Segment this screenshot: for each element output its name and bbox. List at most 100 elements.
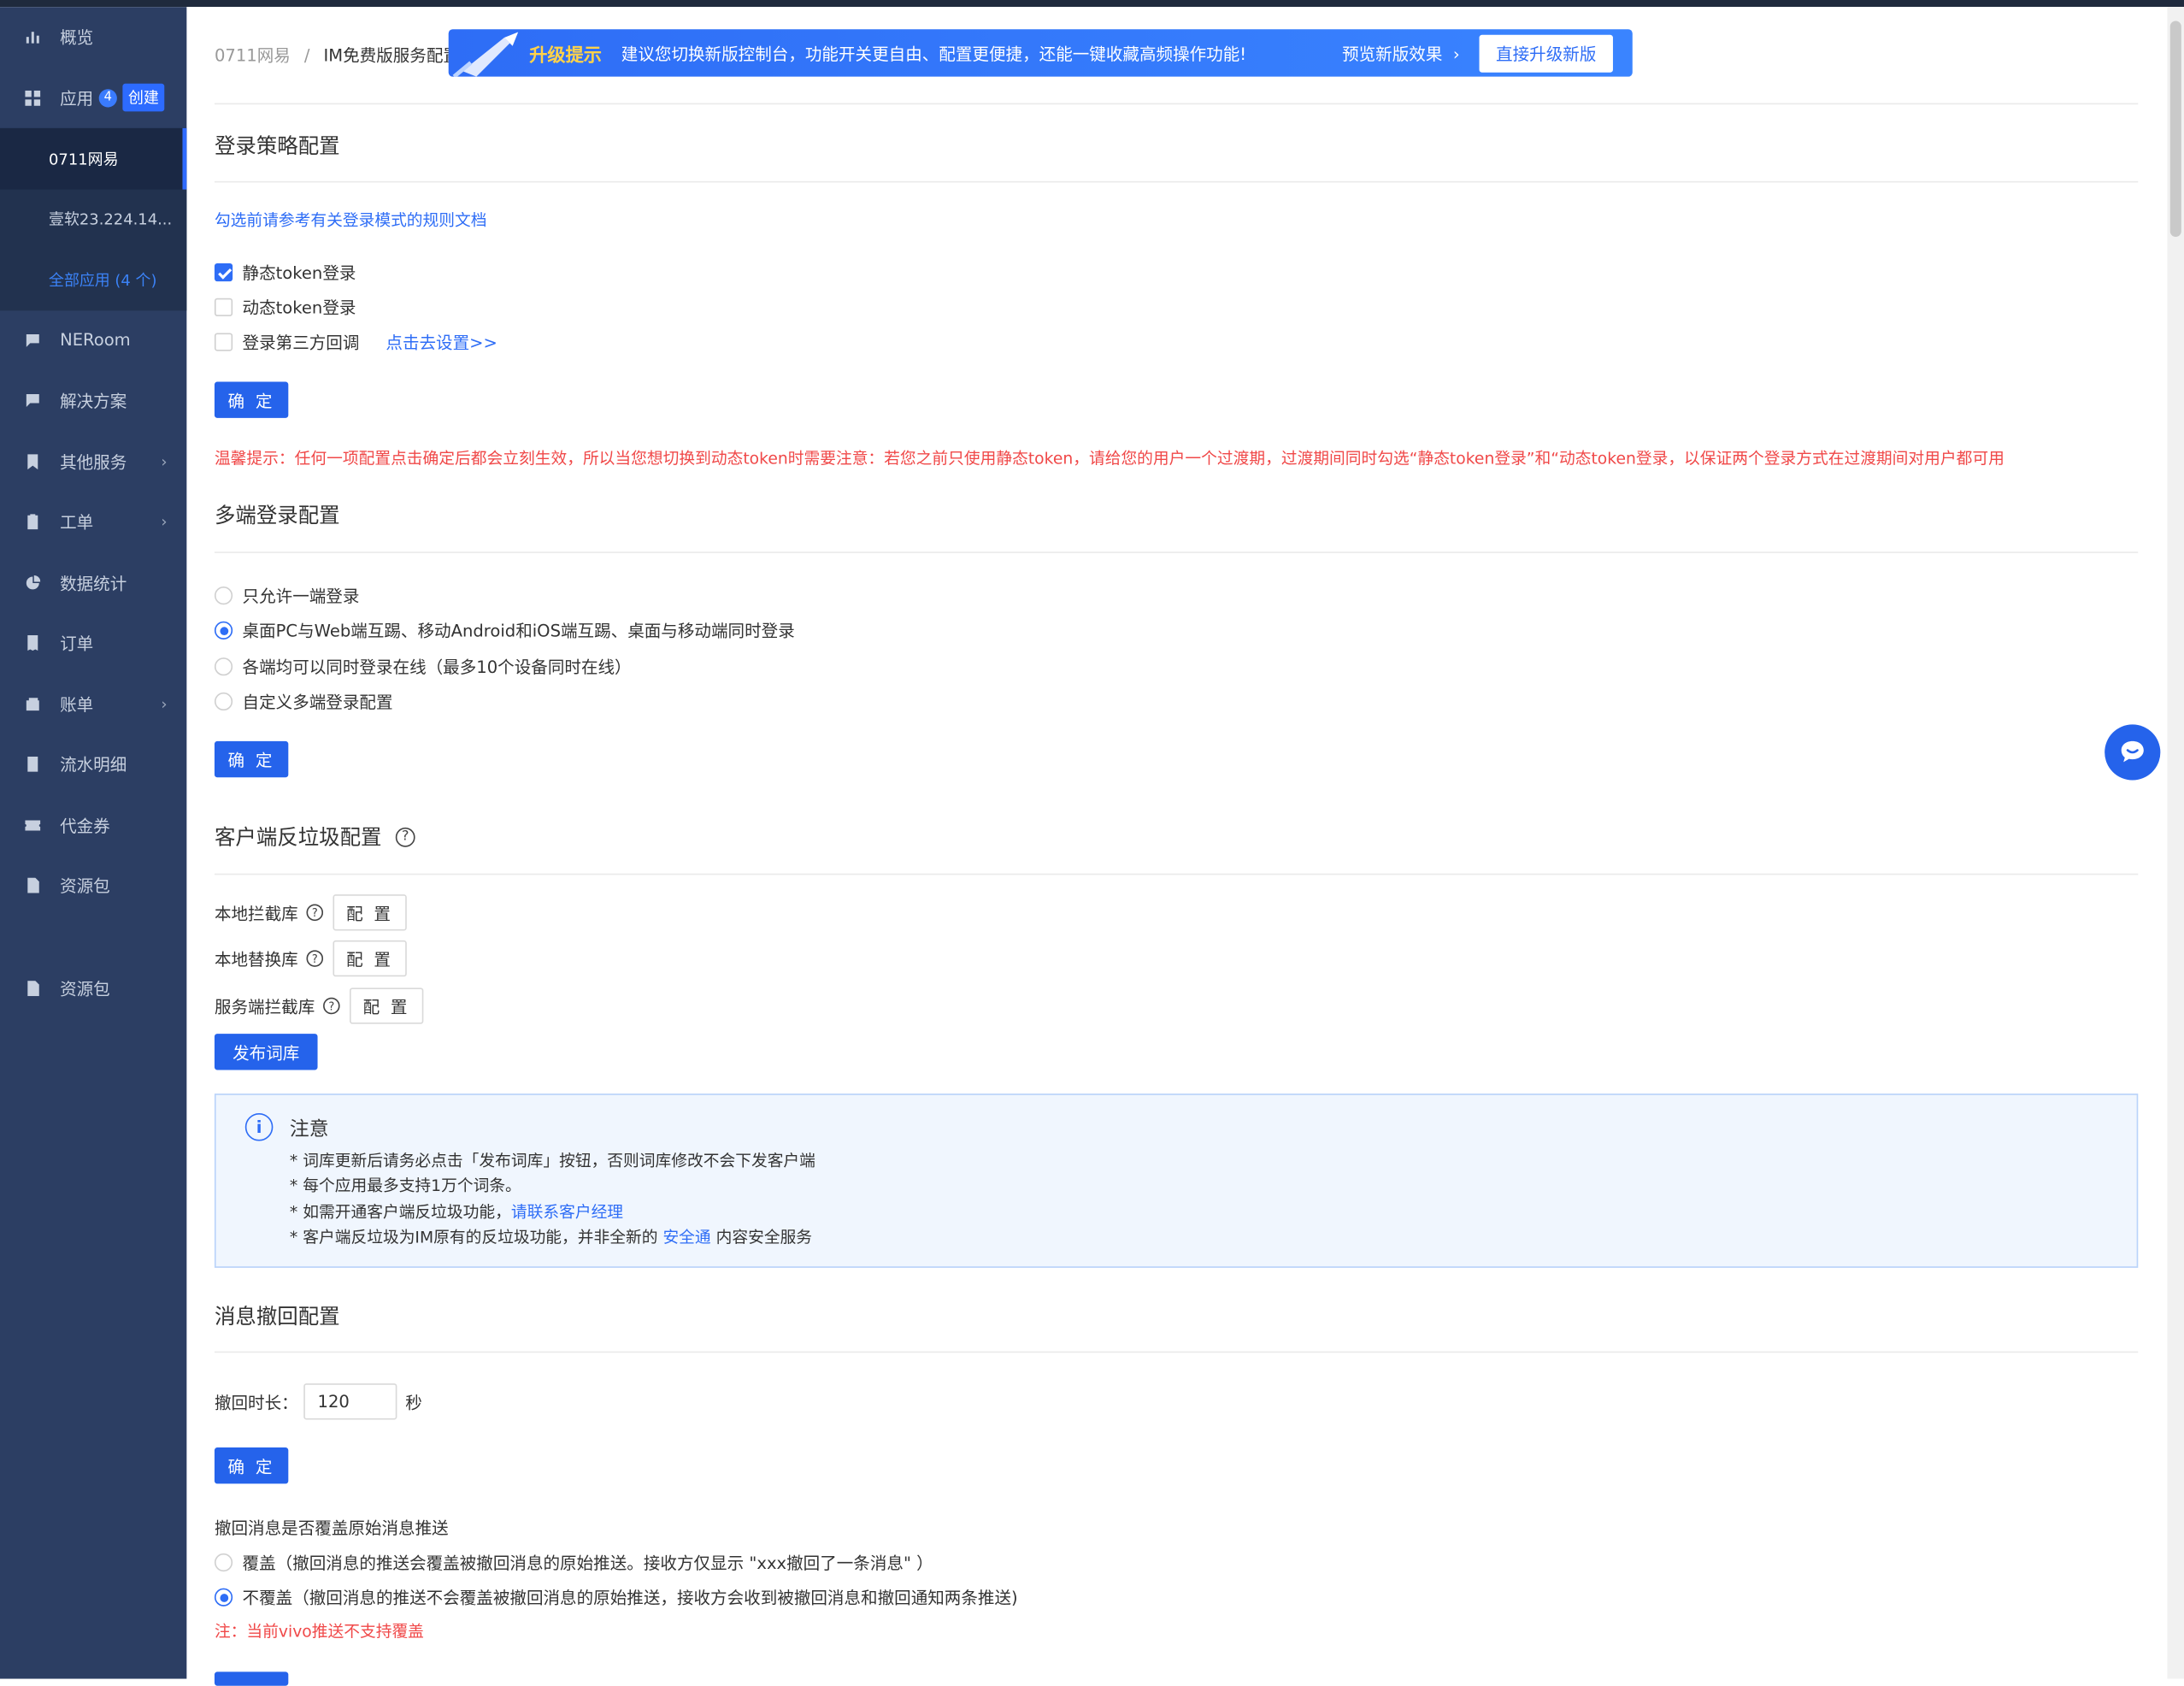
help-icon[interactable]: ? — [395, 827, 415, 846]
sidebar: 概览 应用 4 创建 0711网易 壹软23.224.14... 全部应用 (4… — [0, 7, 187, 1679]
multi-login-confirm-button[interactable]: 确 定 — [214, 740, 289, 778]
sidebar-item-apps[interactable]: 应用 4 创建 — [0, 68, 186, 128]
multi-login-option[interactable]: 各端均可以同时登录在线（最多10个设备同时在线） — [214, 655, 632, 679]
help-icon[interactable]: ? — [306, 904, 324, 922]
pie-chart-icon — [24, 575, 41, 592]
option-dynamic-token[interactable]: 动态token登录 — [214, 295, 356, 319]
notice-text: * 如需开通客户端反垃圾功能， — [289, 1202, 511, 1223]
chat-icon — [24, 332, 41, 349]
chevron-right-icon: › — [161, 513, 168, 532]
radio-pc-web-mobile-kick[interactable] — [214, 621, 233, 640]
divider — [214, 1351, 2139, 1353]
radio-custom[interactable] — [214, 692, 233, 711]
breadcrumb-separator: / — [303, 45, 310, 66]
section-title-multi-login: 多端登录配置 — [214, 503, 340, 528]
server-block-lib-config-button[interactable]: 配 置 — [350, 987, 424, 1024]
chat-bubble-icon — [2121, 740, 2144, 763]
breadcrumb: 0711网易 / IM免费版服务配置 — [215, 44, 460, 68]
notice-line: * 客户端反垃圾为IM原有的反垃圾功能，并非全新的 安全通 内容安全服务 — [290, 1226, 812, 1248]
sidebar-item-label: 资源包 — [60, 876, 110, 897]
clipboard-icon — [24, 514, 41, 531]
local-block-lib-config-button[interactable]: 配 置 — [333, 894, 407, 931]
scrollbar-thumb[interactable] — [2169, 21, 2181, 238]
recall-push-option[interactable]: 覆盖（撤回消息的推送会覆盖被撤回消息的原始推送。接收方仅显示 "xxx撤回了一条… — [214, 1551, 933, 1575]
security-service-link[interactable]: 安全通 — [662, 1228, 710, 1247]
option-static-token[interactable]: 静态token登录 — [214, 261, 356, 285]
local-replace-lib-config-button[interactable]: 配 置 — [333, 940, 407, 977]
radio-single-device[interactable] — [214, 587, 233, 605]
recall-duration-input[interactable]: 120 — [303, 1383, 397, 1420]
sidebar-item-bills[interactable]: 账单 › — [0, 674, 186, 734]
file-icon — [24, 877, 41, 894]
sidebar-subitem-app-yiruan[interactable]: 壹软23.224.14... — [0, 189, 186, 250]
banner-title: 升级提示 — [529, 44, 602, 67]
radio-override[interactable] — [214, 1553, 233, 1572]
section-title-text: 客户端反垃圾配置 — [214, 824, 382, 850]
section-title-login-strategy: 登录策略配置 — [214, 133, 340, 159]
recall-confirm-button[interactable]: 确 定 — [214, 1447, 289, 1484]
option-label: 桌面PC与Web端互踢、移动Android和iOS端互踢、桌面与移动端同时登录 — [242, 621, 795, 641]
sidebar-subitem-all-apps[interactable]: 全部应用 (4 个) — [0, 250, 186, 310]
sidebar-item-solutions[interactable]: 解决方案 — [0, 370, 186, 431]
sidebar-item-tickets[interactable]: 工单 › — [0, 492, 186, 552]
page-scrollbar[interactable] — [2167, 7, 2184, 1679]
page-stage: 概览 应用 4 创建 0711网易 壹软23.224.14... 全部应用 (4… — [0, 0, 2184, 1686]
checkbox-third-party-callback[interactable] — [214, 333, 233, 351]
radio-all-online[interactable] — [214, 657, 233, 676]
info-icon: i — [244, 1112, 274, 1141]
ticket-icon — [24, 816, 41, 834]
multi-login-option[interactable]: 只允许一端登录 — [214, 584, 359, 608]
help-icon[interactable]: ? — [306, 950, 324, 967]
contact-manager-link[interactable]: 请联系客户经理 — [511, 1202, 623, 1222]
create-app-button[interactable]: 创建 — [122, 84, 165, 112]
sidebar-item-vouchers[interactable]: 代金券 — [0, 795, 186, 856]
recall-duration-label: 撤回时长： — [214, 1392, 298, 1412]
chat-icon — [24, 392, 41, 410]
wallet-icon — [24, 696, 41, 713]
radio-no-override[interactable] — [214, 1588, 233, 1606]
notice-title: 注意 — [289, 1118, 329, 1141]
multi-login-option[interactable]: 桌面PC与Web端互踢、移动Android和iOS端互踢、桌面与移动端同时登录 — [214, 618, 795, 642]
local-replace-lib-row: 本地替换库 ? 配 置 — [215, 940, 407, 977]
login-strategy-confirm-button[interactable]: 确 定 — [214, 381, 289, 418]
sidebar-item-label: 代金券 — [60, 816, 110, 836]
upgrade-new-button[interactable]: 直接升级新版 — [1479, 33, 1613, 72]
sidebar-item-orders[interactable]: 订单 — [0, 613, 186, 674]
sidebar-item-resource-pack-2[interactable]: 资源包 — [0, 958, 186, 1018]
sidebar-subitem-app-0711[interactable]: 0711网易 — [0, 127, 187, 189]
app-count-badge: 4 — [98, 88, 117, 108]
recall-push-option[interactable]: 不覆盖（撤回消息的推送不会覆盖被撤回消息的原始推送，接收方会收到被撤回消息和撤回… — [214, 1585, 1018, 1609]
option-third-party-callback[interactable]: 登录第三方回调 点击去设置>> — [214, 330, 497, 354]
section-title-anti-spam: 客户端反垃圾配置 ? — [215, 822, 415, 851]
preview-new-link[interactable]: 预览新版效果 › — [1342, 41, 1460, 65]
option-label: 登录第三方回调 — [242, 333, 360, 353]
sidebar-item-statistics[interactable]: 数据统计 — [0, 552, 186, 613]
multi-login-option[interactable]: 自定义多端登录配置 — [214, 690, 393, 714]
sidebar-item-label: 资源包 — [60, 979, 110, 999]
sidebar-item-neroom[interactable]: NERoom — [0, 310, 186, 371]
rocket-icon — [449, 29, 524, 79]
vivo-note: 注：当前vivo推送不支持覆盖 — [214, 1621, 424, 1642]
sidebar-item-label: 解决方案 — [60, 392, 127, 412]
divider — [214, 180, 2139, 183]
checkbox-static-token[interactable] — [214, 262, 233, 282]
breadcrumb-current: IM免费版服务配置 — [323, 45, 460, 66]
grid-icon — [24, 90, 41, 107]
checkbox-dynamic-token[interactable] — [214, 298, 233, 316]
chat-support-button[interactable] — [2105, 724, 2161, 781]
sidebar-item-label: NERoom — [60, 330, 131, 351]
login-rules-doc-link[interactable]: 勾选前请参考有关登录模式的规则文档 — [215, 209, 487, 231]
sidebar-item-other-services[interactable]: 其他服务 › — [0, 431, 186, 492]
publish-lexicon-button[interactable]: 发布词库 — [214, 1034, 318, 1070]
help-icon[interactable]: ? — [323, 997, 340, 1015]
go-settings-link[interactable]: 点击去设置>> — [386, 330, 497, 354]
breadcrumb-parent[interactable]: 0711网易 — [215, 46, 291, 66]
sidebar-item-overview[interactable]: 概览 — [0, 7, 186, 68]
upgrade-banner: 升级提示 建议您切换新版控制台，功能开关更自由、配置更便捷，还能一键收藏高频操作… — [448, 29, 1633, 79]
login-warning-text: 温馨提示：任何一项配置点击确定后都会立刻生效，所以当您想切换到动态token时需… — [214, 448, 2004, 469]
option-label: 动态token登录 — [242, 298, 356, 318]
sidebar-item-transactions[interactable]: 流水明细 — [0, 734, 186, 795]
chevron-right-icon: › — [161, 452, 168, 471]
notice-line: * 词库更新后请务必点击「发布词库」按钮，否则词库修改不会下发客户端 — [289, 1150, 815, 1170]
sidebar-item-resource-pack[interactable]: 资源包 — [0, 856, 186, 917]
